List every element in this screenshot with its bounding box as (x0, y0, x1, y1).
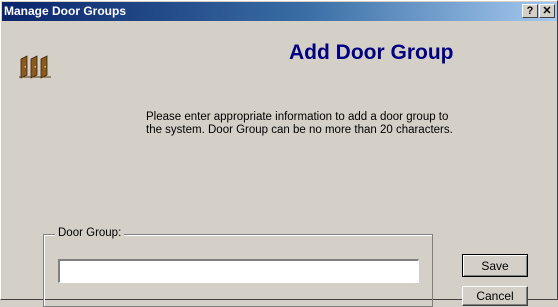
door-group-label: Door Group: (55, 227, 125, 239)
manage-door-groups-window: Manage Door Groups ? ✕ Add Door Group Pl… (0, 0, 558, 307)
title-bar[interactable]: Manage Door Groups ? ✕ (2, 2, 557, 21)
door-group-input[interactable] (58, 259, 419, 283)
doors-icon (19, 55, 51, 79)
window-title: Manage Door Groups (4, 4, 127, 18)
cancel-button[interactable]: Cancel (462, 286, 528, 306)
help-button[interactable]: ? (522, 4, 538, 18)
page-heading: Add Door Group (289, 41, 454, 64)
save-button[interactable]: Save (462, 254, 528, 277)
instructions-text: Please enter appropriate information to … (146, 111, 453, 136)
close-button[interactable]: ✕ (539, 4, 555, 18)
